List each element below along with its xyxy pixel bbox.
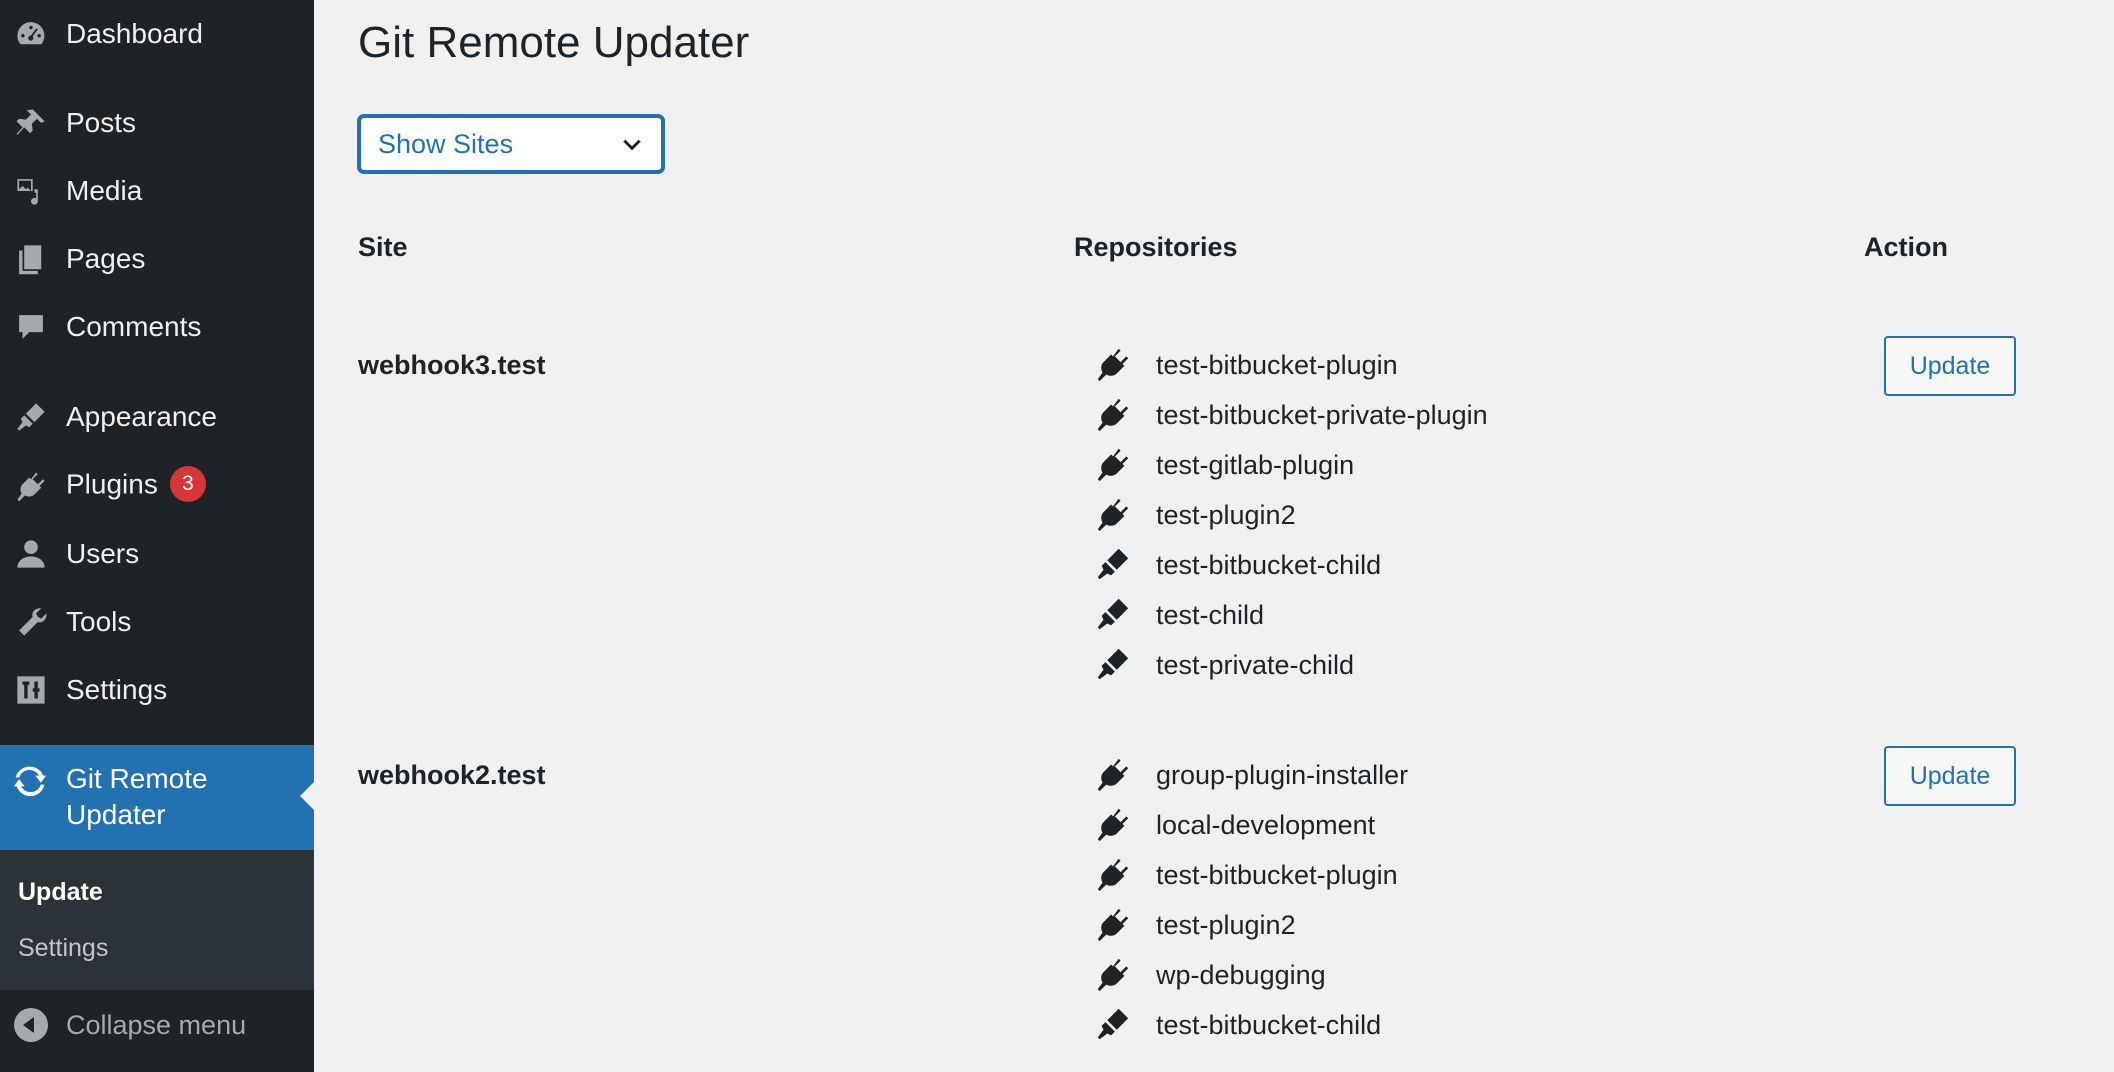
brush-icon bbox=[1094, 545, 1134, 585]
repo-name: test-bitbucket-plugin bbox=[1156, 859, 1398, 890]
repo-list: test-bitbucket-plugin test-bitbucket-pri… bbox=[1094, 340, 1488, 690]
list-item: test-child bbox=[1094, 590, 1264, 640]
list-item: test-plugin2 bbox=[1094, 900, 1296, 950]
list-item: local-development bbox=[1094, 800, 1375, 850]
refresh-icon bbox=[12, 763, 50, 801]
dashboard-icon bbox=[12, 15, 50, 53]
menu-label-tools: Tools bbox=[66, 606, 132, 637]
plugin-icon bbox=[1094, 955, 1134, 995]
menu-label-dashboard: Dashboard bbox=[66, 18, 203, 49]
plugin-icon bbox=[1094, 495, 1134, 535]
collapse-menu-label: Collapse menu bbox=[66, 1009, 247, 1040]
pages-icon bbox=[12, 240, 50, 278]
menu-item-git-remote-updater[interactable]: Git Remote Updater bbox=[0, 745, 314, 850]
repo-name: test-bitbucket-child bbox=[1156, 1009, 1382, 1040]
repo-name: test-plugin2 bbox=[1156, 909, 1296, 940]
chevron-down-icon bbox=[623, 139, 641, 151]
menu-item-users[interactable]: Users bbox=[0, 527, 314, 581]
column-header-action: Action bbox=[1864, 232, 1948, 262]
brush-icon bbox=[1094, 595, 1134, 635]
plugin-icon bbox=[1094, 755, 1134, 795]
menu-item-pages[interactable]: Pages bbox=[0, 232, 314, 286]
submenu-item-update[interactable]: Update bbox=[18, 878, 103, 907]
menu-item-posts[interactable]: Posts bbox=[0, 96, 314, 150]
repo-name: test-private-child bbox=[1156, 649, 1355, 680]
plugin-icon bbox=[1094, 905, 1134, 945]
menu-item-tools[interactable]: Tools bbox=[0, 595, 314, 649]
list-item: test-bitbucket-child bbox=[1094, 540, 1381, 590]
repo-name: test-bitbucket-child bbox=[1156, 549, 1382, 580]
comment-icon bbox=[12, 308, 50, 346]
menu-label-plugins: Plugins 3 bbox=[66, 466, 206, 504]
menu-item-media[interactable]: Media bbox=[0, 164, 314, 218]
repo-name: wp-debugging bbox=[1156, 959, 1326, 990]
admin-sidebar: Dashboard Posts Media Pages Comments App… bbox=[0, 0, 314, 1072]
pin-icon bbox=[12, 104, 50, 142]
menu-item-comments[interactable]: Comments bbox=[0, 300, 314, 354]
settings-icon bbox=[12, 671, 50, 709]
list-item: test-bitbucket-plugin bbox=[1094, 340, 1398, 390]
list-item: test-plugin2 bbox=[1094, 490, 1296, 540]
media-icon bbox=[12, 172, 50, 210]
site-name: webhook2.test bbox=[358, 760, 546, 790]
menu-item-settings[interactable]: Settings bbox=[0, 663, 314, 717]
menu-item-appearance[interactable]: Appearance bbox=[0, 390, 314, 444]
site-name: webhook3.test bbox=[358, 350, 546, 380]
current-menu-arrow bbox=[300, 782, 314, 810]
list-item: test-bitbucket-plugin bbox=[1094, 850, 1398, 900]
repo-name: test-gitlab-plugin bbox=[1156, 449, 1355, 480]
repo-name: test-bitbucket-private-plugin bbox=[1156, 399, 1488, 430]
plugin-icon bbox=[1094, 855, 1134, 895]
main-content: Git Remote Updater Show Sites Site Repos… bbox=[358, 0, 2098, 1072]
list-item: test-bitbucket-child bbox=[1094, 1000, 1381, 1050]
list-item: group-plugin-installer bbox=[1094, 750, 1408, 800]
menu-label-users: Users bbox=[66, 538, 140, 569]
plugin-icon bbox=[1094, 445, 1134, 485]
menu-label-appearance: Appearance bbox=[66, 401, 218, 432]
repo-name: test-plugin2 bbox=[1156, 499, 1296, 530]
menu-label-media: Media bbox=[66, 175, 143, 206]
repo-name: test-child bbox=[1156, 599, 1265, 630]
submenu: Update Settings bbox=[0, 850, 314, 990]
collapse-arrow-icon bbox=[14, 1008, 48, 1042]
plugin-icon bbox=[12, 467, 50, 505]
page-title: Git Remote Updater bbox=[358, 18, 750, 67]
submenu-item-settings[interactable]: Settings bbox=[18, 934, 108, 963]
menu-label-comments: Comments bbox=[66, 311, 202, 342]
column-header-site: Site bbox=[358, 232, 408, 262]
update-button[interactable]: Update bbox=[1884, 336, 2016, 396]
list-item: test-bitbucket-private-plugin bbox=[1094, 390, 1488, 440]
brush-icon bbox=[12, 398, 50, 436]
menu-label-pages: Pages bbox=[66, 243, 146, 274]
brush-icon bbox=[1094, 645, 1134, 685]
plugin-icon bbox=[1094, 395, 1134, 435]
brush-icon bbox=[1094, 1005, 1134, 1045]
show-sites-select[interactable]: Show Sites bbox=[358, 115, 664, 173]
menu-label-posts: Posts bbox=[66, 107, 137, 138]
repo-list: group-plugin-installer local-development… bbox=[1094, 750, 1408, 1050]
user-icon bbox=[12, 535, 50, 573]
repo-name: local-development bbox=[1156, 809, 1376, 840]
select-value: Show Sites bbox=[378, 128, 514, 159]
repo-name: group-plugin-installer bbox=[1156, 759, 1409, 790]
column-header-repositories: Repositories bbox=[1074, 232, 1238, 262]
menu-label-settings: Settings bbox=[66, 674, 168, 705]
plugin-icon bbox=[1094, 345, 1134, 385]
collapse-menu-button[interactable]: Collapse menu bbox=[0, 997, 314, 1053]
menu-label-git-remote-updater: Git Remote Updater bbox=[66, 763, 208, 830]
list-item: test-gitlab-plugin bbox=[1094, 440, 1354, 490]
list-item: test-private-child bbox=[1094, 640, 1354, 690]
menu-item-dashboard[interactable]: Dashboard bbox=[0, 7, 314, 61]
update-button[interactable]: Update bbox=[1884, 746, 2016, 806]
menu-item-plugins[interactable]: Plugins 3 bbox=[0, 459, 314, 513]
list-item: wp-debugging bbox=[1094, 950, 1326, 1000]
plugin-icon bbox=[1094, 805, 1134, 845]
repo-name: test-bitbucket-plugin bbox=[1156, 349, 1398, 380]
wrench-icon bbox=[12, 603, 50, 641]
plugins-update-badge: 3 bbox=[169, 466, 206, 502]
